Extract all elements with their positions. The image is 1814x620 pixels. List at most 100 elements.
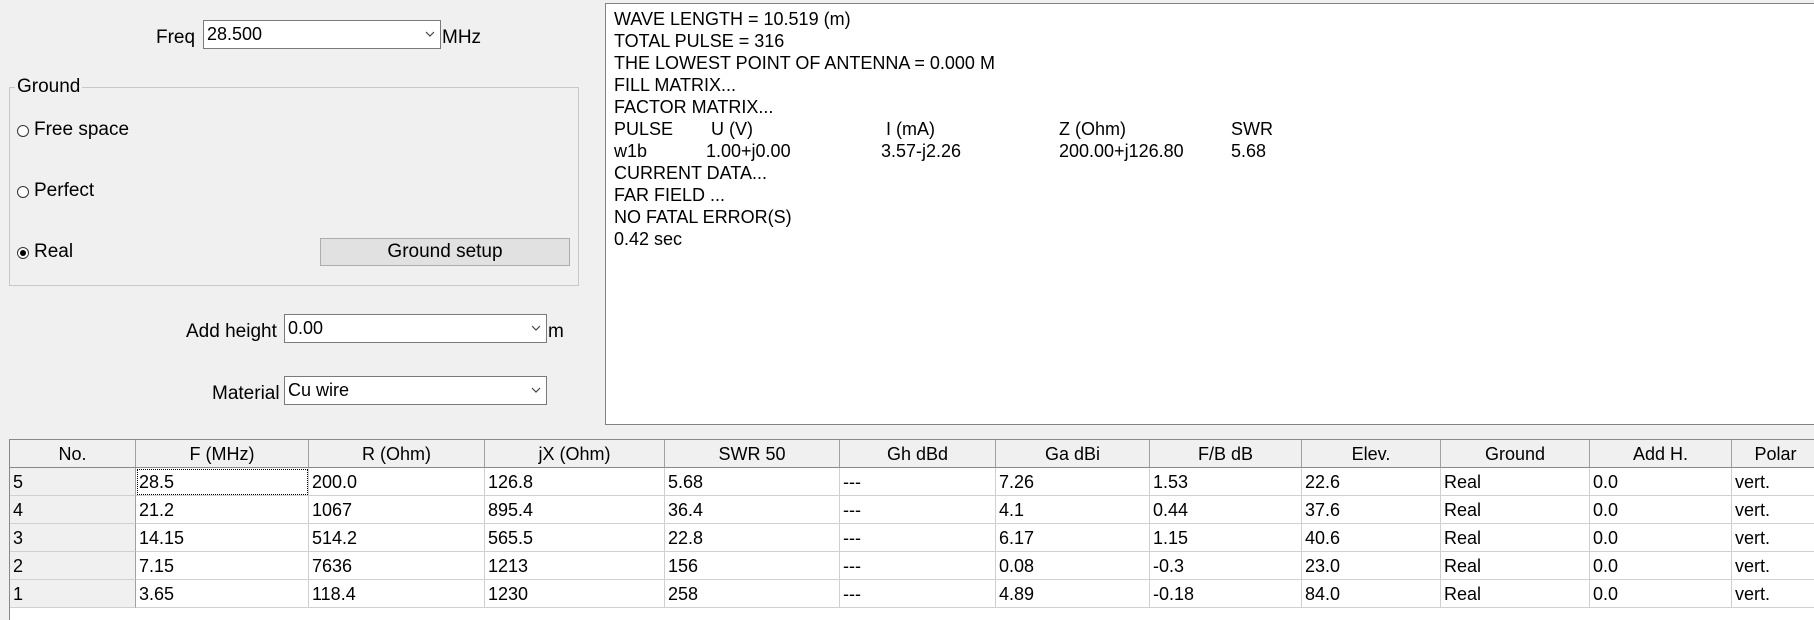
table-cell[interactable]: 895.4 [485,496,665,524]
table-cell[interactable]: 37.6 [1302,496,1441,524]
table-cell[interactable]: 23.0 [1302,552,1441,580]
table-cell[interactable]: 6.17 [996,524,1150,552]
table-cell[interactable]: 28.5 [136,468,309,496]
table-cell[interactable]: --- [840,524,996,552]
freq-unit: MHz [442,27,482,48]
table-cell[interactable]: -0.18 [1150,580,1302,608]
material-value: Cu wire [288,380,350,400]
radio-circle-icon[interactable] [17,186,29,198]
results-table[interactable]: No. F (MHz) R (Ohm) jX (Ohm) SWR 50 Gh dBd Ga … [9,439,1814,620]
table-cell[interactable]: 22.8 [665,524,840,552]
column-header[interactable]: Gh dBd [840,440,996,468]
table-cell[interactable]: 4.1 [996,496,1150,524]
table-cell[interactable]: 1230 [485,580,665,608]
column-header[interactable]: No. [10,440,136,468]
table-cell[interactable]: vert. [1732,496,1814,524]
table-cell[interactable]: 84.0 [1302,580,1441,608]
table-cell[interactable]: 0.44 [1150,496,1302,524]
row-number[interactable]: 4 [10,496,136,524]
table-cell[interactable]: Real [1441,496,1590,524]
pulse-row-cell: w1b [614,141,648,161]
table-cell[interactable]: 7.26 [996,468,1150,496]
column-header[interactable]: Elev. [1302,440,1441,468]
column-header[interactable]: Polar [1732,440,1814,468]
column-header[interactable]: R (Ohm) [309,440,485,468]
radio-checked-icon[interactable] [17,247,29,259]
table-cell[interactable]: Real [1441,524,1590,552]
chevron-down-icon[interactable] [530,380,542,400]
ground-setup-button[interactable]: Ground setup [320,238,570,266]
log-line: CURRENT DATA... [614,163,768,183]
column-header[interactable]: F/B dB [1150,440,1302,468]
pulse-row-cell: 3.57-j2.26 [881,141,962,161]
column-header[interactable]: F (MHz) [136,440,309,468]
row-number[interactable]: 2 [10,552,136,580]
table-cell[interactable]: vert. [1732,524,1814,552]
ground-group-title: Ground [15,76,83,98]
column-header[interactable]: jX (Ohm) [485,440,665,468]
table-cell[interactable]: 4.89 [996,580,1150,608]
table-cell[interactable]: 258 [665,580,840,608]
table-cell[interactable]: vert. [1732,580,1814,608]
table-cell[interactable]: 14.15 [136,524,309,552]
add-height-unit: m [548,321,564,342]
table-cell[interactable]: 0.0 [1590,580,1732,608]
table-cell[interactable]: 36.4 [665,496,840,524]
results-log[interactable]: WAVE LENGTH = 10.519 (m) TOTAL PULSE = 3… [605,3,1814,425]
radio-real-label[interactable]: Real [34,241,73,263]
table-cell[interactable]: vert. [1732,468,1814,496]
table-cell[interactable]: --- [840,580,996,608]
row-number[interactable]: 3 [10,524,136,552]
row-number[interactable]: 1 [10,580,136,608]
column-header[interactable]: Add H. [1590,440,1732,468]
table-cell[interactable]: 1.53 [1150,468,1302,496]
table-cell[interactable]: 0.0 [1590,524,1732,552]
table-cell[interactable]: 514.2 [309,524,485,552]
freq-label: Freq [156,27,196,48]
table-cell[interactable]: --- [840,468,996,496]
chevron-down-icon[interactable] [424,24,436,44]
radio-circle-icon[interactable] [17,125,29,137]
table-cell[interactable]: Real [1441,468,1590,496]
table-cell[interactable]: 565.5 [485,524,665,552]
log-line: FAR FIELD ... [614,185,726,205]
table-cell[interactable]: 22.6 [1302,468,1441,496]
table-cell[interactable]: 5.68 [665,468,840,496]
pulse-row-cell: 1.00+j0.00 [706,141,791,161]
table-cell[interactable]: 200.0 [309,468,485,496]
material-combobox[interactable]: Cu wire [284,376,547,405]
table-cell[interactable]: vert. [1732,552,1814,580]
column-header[interactable]: SWR 50 [665,440,840,468]
freq-combobox[interactable]: 28.500 [203,20,441,49]
freq-value: 28.500 [207,24,263,44]
table-cell[interactable]: 0.08 [996,552,1150,580]
table-cell[interactable]: 0.0 [1590,468,1732,496]
table-cell[interactable]: --- [840,496,996,524]
radio-free-space-label[interactable]: Free space [34,119,129,141]
add-height-label: Add height [186,321,277,342]
table-cell[interactable]: 156 [665,552,840,580]
table-cell[interactable]: 126.8 [485,468,665,496]
row-number[interactable]: 5 [10,468,136,496]
table-cell[interactable]: --- [840,552,996,580]
table-cell[interactable]: 1067 [309,496,485,524]
column-header[interactable]: Ga dBi [996,440,1150,468]
table-cell[interactable]: -0.3 [1150,552,1302,580]
table-cell[interactable]: 40.6 [1302,524,1441,552]
table-cell[interactable]: 7636 [309,552,485,580]
column-header[interactable]: Ground [1441,440,1590,468]
table-cell[interactable]: 0.0 [1590,496,1732,524]
table-cell[interactable]: 118.4 [309,580,485,608]
table-cell[interactable]: 1213 [485,552,665,580]
radio-perfect-label[interactable]: Perfect [34,180,94,202]
table-cell[interactable]: 1.15 [1150,524,1302,552]
table-cell[interactable]: Real [1441,580,1590,608]
table-cell[interactable]: Real [1441,552,1590,580]
add-height-combobox[interactable]: 0.00 [284,314,547,343]
table-cell[interactable]: 7.15 [136,552,309,580]
table-cell[interactable]: 3.65 [136,580,309,608]
chevron-down-icon[interactable] [530,318,542,338]
table-cell[interactable]: 21.2 [136,496,309,524]
pulse-header-cell: U (V) [711,119,753,139]
table-cell[interactable]: 0.0 [1590,552,1732,580]
